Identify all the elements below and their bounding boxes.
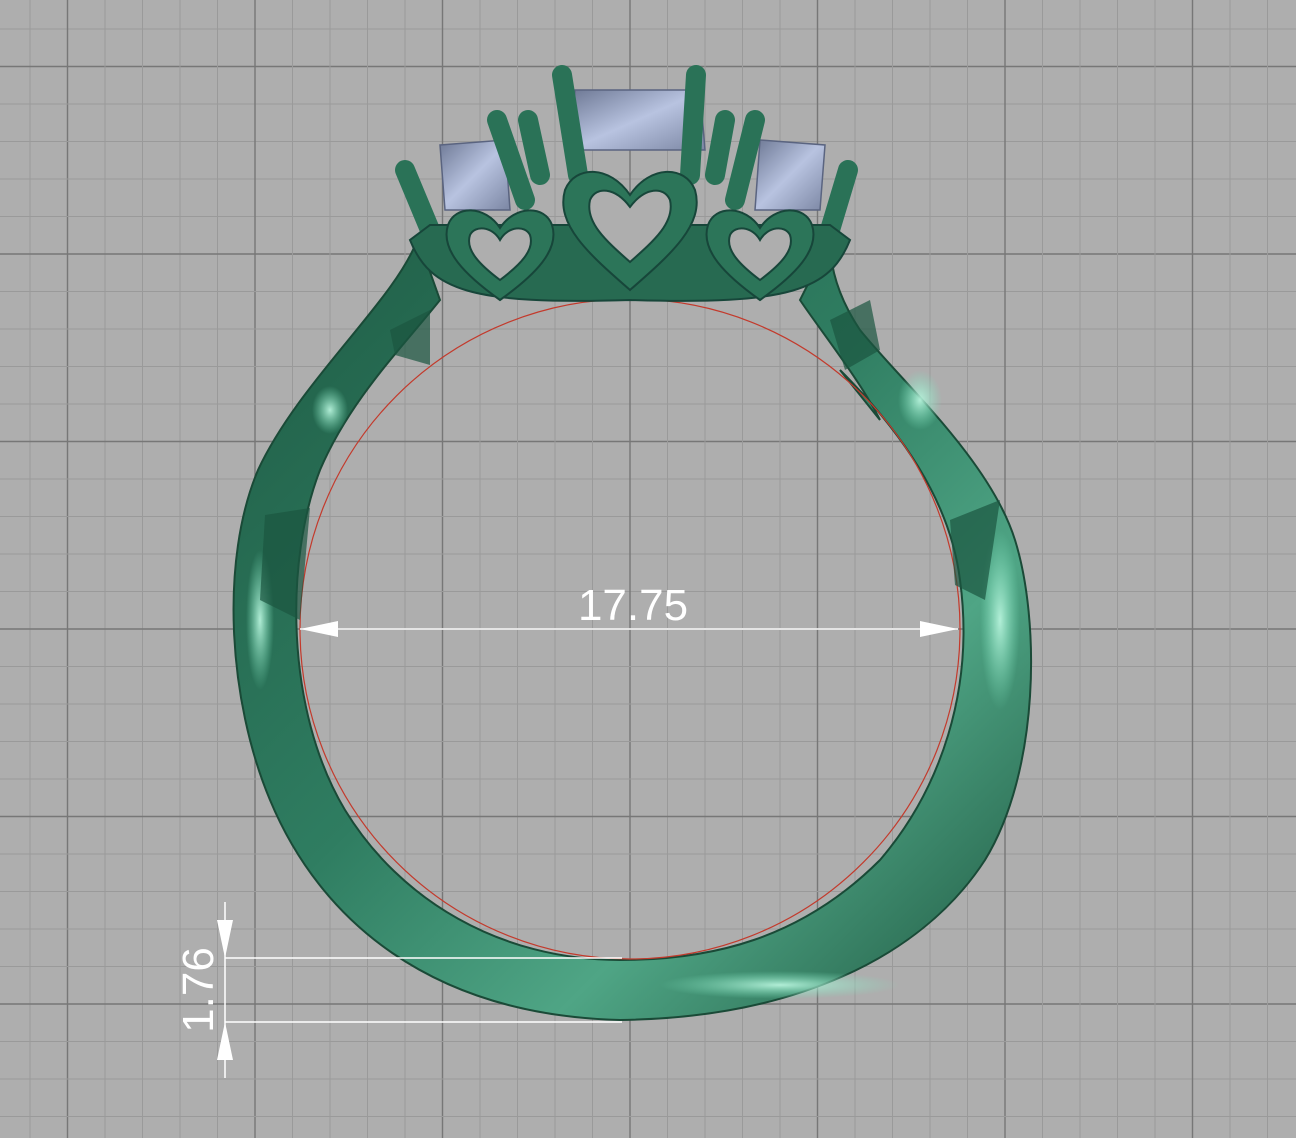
band-highlight xyxy=(898,370,942,430)
band-facet xyxy=(260,508,310,620)
arrowhead-icon xyxy=(300,621,338,637)
band-highlight xyxy=(312,386,348,434)
band-highlight xyxy=(660,971,900,999)
diameter-value: 17.75 xyxy=(578,581,688,630)
thickness-value: 1.76 xyxy=(174,947,223,1033)
right-gem xyxy=(754,139,826,211)
diameter-dimension[interactable]: 17.75 xyxy=(300,581,958,637)
arrowhead-icon xyxy=(920,621,958,637)
ring-head xyxy=(395,65,858,302)
cad-viewport[interactable]: 17.75 1.76 xyxy=(0,0,1296,1138)
ring-render-scene: 17.75 1.76 xyxy=(0,0,1296,1138)
